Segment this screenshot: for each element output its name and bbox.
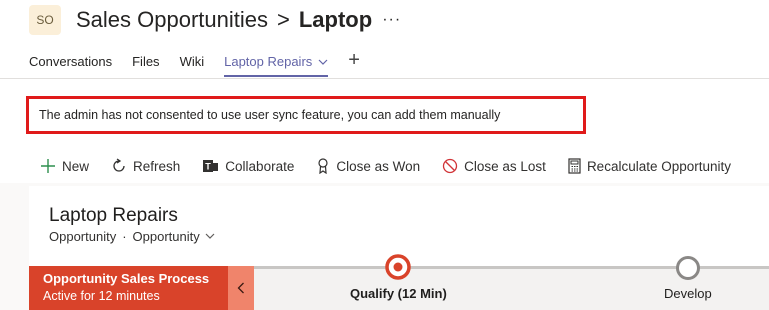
tab-files[interactable]: Files [132,52,159,72]
calculator-icon [568,158,581,174]
close-as-lost-button[interactable]: Close as Lost [442,158,546,174]
chevron-down-icon [205,233,215,239]
new-button[interactable]: New [40,158,89,174]
stage-develop-label[interactable]: Develop [664,286,712,301]
plus-icon [41,159,55,173]
tab-conversations[interactable]: Conversations [29,52,112,72]
business-process-flow-header[interactable]: Opportunity Sales Process Active for 12 … [29,266,228,310]
close-as-won-button[interactable]: Close as Won [316,158,420,174]
channel-name: Laptop [298,7,373,32]
tab-wiki[interactable]: Wiki [180,52,205,72]
chevron-left-icon [237,282,244,294]
entity-name: Opportunity [49,229,117,244]
teams-icon: T [203,160,219,172]
channel-tabs: Conversations Files Wiki Laptop Repairs … [29,50,360,77]
tab-divider [0,78,769,79]
stage-qualify-label[interactable]: Qualify (12 Min) [350,286,447,301]
chevron-down-icon[interactable] [318,59,328,66]
team-avatar[interactable]: SO [29,5,61,35]
collaborate-label: Collaborate [225,158,295,174]
team-name[interactable]: Sales Opportunities [76,7,268,33]
add-tab-button[interactable]: + [348,50,360,70]
close-as-won-label: Close as Won [336,158,421,174]
svg-text:T: T [206,162,212,172]
notification-banner: The admin has not consented to use user … [26,96,586,134]
form-selector[interactable]: Opportunity · Opportunity [49,229,215,244]
refresh-label: Refresh [133,158,181,174]
process-duration: Active for 12 minutes [43,289,160,303]
refresh-button[interactable]: Refresh [111,158,180,174]
channel-header: Sales Opportunities > Laptop ··· [76,4,401,36]
record-title: Laptop Repairs [49,205,178,226]
collaborate-button[interactable]: T Collaborate [202,158,294,174]
stage-qualify-marker[interactable] [385,254,411,280]
process-name: Opportunity Sales Process [43,271,210,286]
refresh-icon [113,158,125,172]
tab-laptop-repairs-label: Laptop Repairs [224,54,313,69]
prohibited-icon [442,158,458,174]
entity-separator: · [122,229,127,244]
command-bar: New Refresh T Collaborate Close as Won C… [0,149,769,183]
new-label: New [62,158,90,174]
form-name: Opportunity [132,229,200,244]
stage-develop-marker[interactable] [675,255,701,281]
breadcrumb-separator: > [277,7,290,32]
ribbon-icon [318,158,328,174]
close-as-lost-label: Close as Lost [464,158,546,174]
tab-laptop-repairs[interactable]: Laptop Repairs [224,52,329,77]
recalculate-opportunity-label: Recalculate Opportunity [586,158,732,174]
more-options-icon[interactable]: ··· [382,11,401,29]
collapse-process-button[interactable] [228,266,254,310]
recalculate-opportunity-button[interactable]: Recalculate Opportunity [568,158,731,174]
banner-message: The admin has not consented to use user … [39,108,501,122]
